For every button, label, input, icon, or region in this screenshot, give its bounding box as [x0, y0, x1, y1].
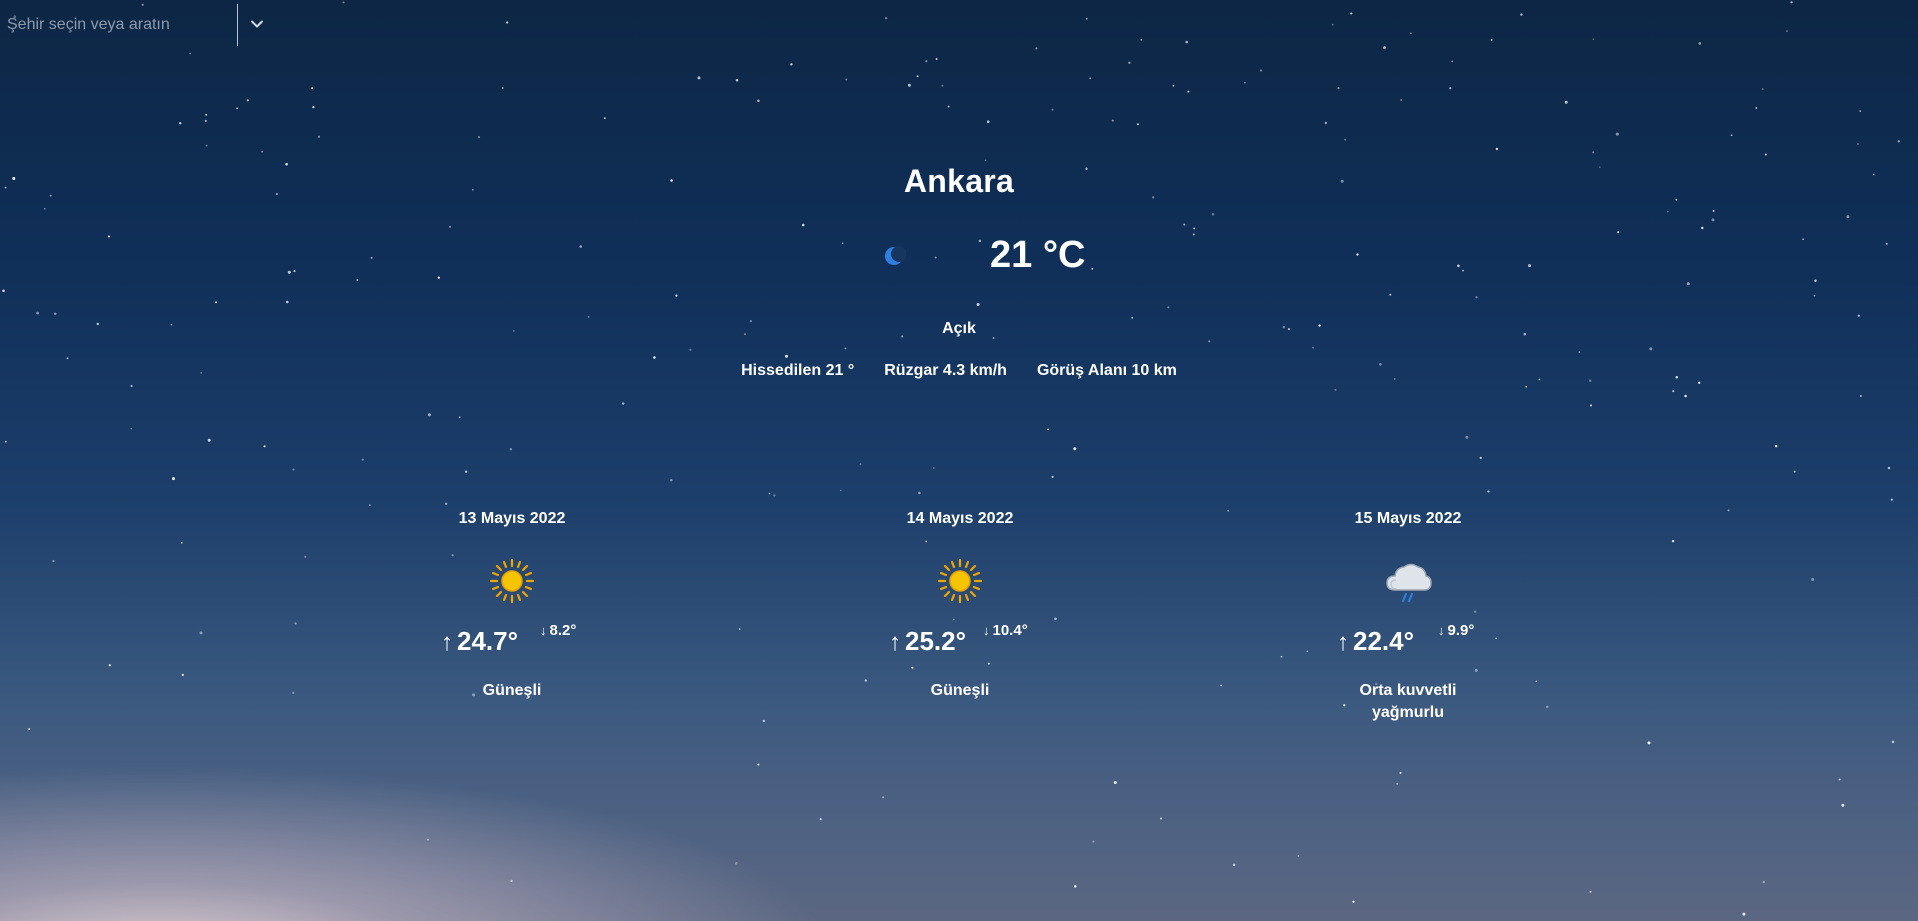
forecast-high: ↑ 25.2° — [889, 626, 966, 657]
forecast-day: 15 Mayıs 2022 ↑ 22.4° ↓ 9.9° Orta kuvvetli… — [1278, 510, 1538, 724]
city-name: Ankara — [903, 163, 1015, 199]
arrow-up-icon: ↑ — [1337, 629, 1349, 656]
low-value: 9.9° — [1447, 622, 1475, 639]
sun-icon — [489, 558, 535, 604]
forecast-temps: ↑ 25.2° ↓ 10.4° — [830, 622, 1090, 658]
low-value: 8.2° — [549, 622, 577, 639]
wind-speed: Rüzgar 4.3 km/h — [884, 362, 1007, 379]
low-value: 10.4° — [992, 622, 1028, 639]
current-temperature: 21 °C — [990, 234, 1086, 276]
forecast-description: Güneşli — [930, 682, 990, 699]
forecast-description: Orta kuvvetli yağmurlu — [1359, 682, 1457, 721]
arrow-up-icon: ↑ — [889, 629, 901, 656]
city-select[interactable] — [0, 0, 270, 48]
visibility: Görüş Alanı 10 km — [1036, 362, 1177, 379]
arrow-down-icon: ↓ — [540, 623, 547, 638]
arrow-down-icon: ↓ — [983, 623, 990, 638]
rain-cloud-icon — [1386, 563, 1432, 603]
forecast-low: ↓ 9.9° — [1438, 622, 1474, 639]
forecast-high: ↑ 24.7° — [441, 626, 518, 657]
current-details: Hissedilen 21 ° Rüzgar 4.3 km/h Görüş Al… — [0, 362, 1918, 380]
forecast-description: Güneşli — [482, 682, 542, 699]
chevron-down-icon[interactable] — [245, 12, 269, 36]
moon-icon — [885, 246, 906, 265]
sun-icon — [937, 558, 983, 604]
forecast-date: 15 Mayıs 2022 — [1354, 510, 1462, 527]
arrow-up-icon: ↑ — [441, 629, 453, 656]
high-value: 22.4° — [1353, 626, 1415, 656]
high-value: 24.7° — [457, 626, 519, 656]
forecast-temps: ↑ 24.7° ↓ 8.2° — [382, 622, 642, 658]
starry-sky-background — [2, 1, 1901, 916]
city-search-input[interactable] — [0, 6, 230, 44]
high-value: 25.2° — [905, 626, 967, 656]
forecast-high: ↑ 22.4° — [1337, 626, 1414, 657]
feels-like: Hissedilen 21 ° — [741, 362, 855, 379]
forecast-temps: ↑ 22.4° ↓ 9.9° — [1278, 622, 1538, 658]
forecast-date: 14 Mayıs 2022 — [906, 510, 1014, 527]
arrow-down-icon: ↓ — [1438, 623, 1445, 638]
forecast-day: 14 Mayıs 2022 ↑ 25.2° ↓ 10.4° Güneşli — [830, 510, 1090, 702]
forecast-low: ↓ 10.4° — [983, 622, 1028, 639]
forecast-date: 13 Mayıs 2022 — [458, 510, 566, 527]
forecast-day: 13 Mayıs 2022 ↑ 24.7° ↓ 8.2° Güneşli — [382, 510, 642, 702]
current-condition: Açık — [942, 320, 976, 337]
select-divider — [237, 4, 238, 46]
forecast-low: ↓ 8.2° — [540, 622, 576, 639]
